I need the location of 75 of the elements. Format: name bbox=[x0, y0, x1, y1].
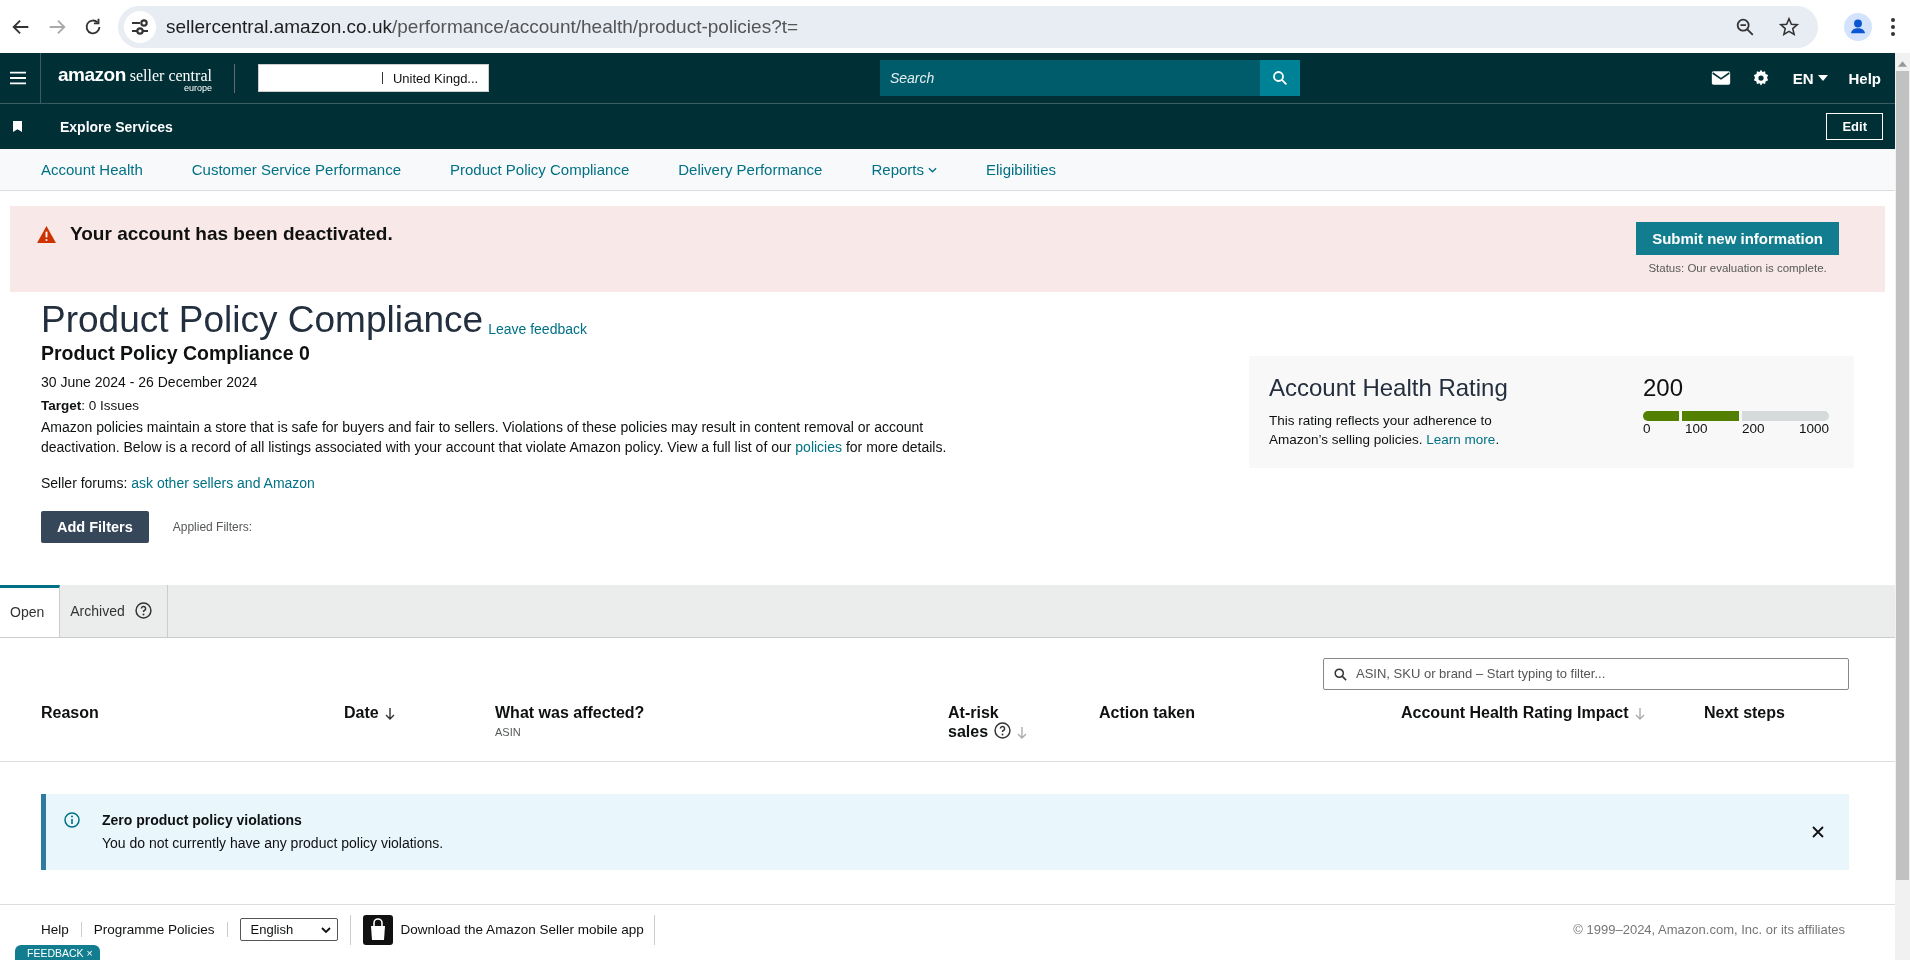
subtitle: Product Policy Compliance 0 bbox=[41, 341, 311, 365]
help-icon[interactable] bbox=[134, 602, 152, 620]
add-filters-button[interactable]: Add Filters bbox=[41, 510, 149, 543]
nav-link[interactable]: Delivery Performance bbox=[678, 161, 823, 178]
status-text: Status: Our evaluation is complete. bbox=[1648, 262, 1827, 274]
column-header[interactable]: Date bbox=[344, 703, 495, 761]
mail-icon[interactable] bbox=[1710, 69, 1731, 87]
submit-button[interactable]: Submit new information bbox=[1636, 222, 1839, 255]
explore-services-link[interactable]: Explore Services bbox=[60, 118, 173, 135]
bookmark-icon[interactable] bbox=[13, 121, 22, 132]
nav-link[interactable]: Product Policy Compliance bbox=[450, 161, 630, 178]
search-field[interactable]: Search bbox=[879, 60, 1260, 96]
feedback-tab[interactable]: FEEDBACK × bbox=[15, 945, 100, 960]
star-icon[interactable] bbox=[1778, 15, 1800, 38]
footer-link[interactable]: Help bbox=[41, 922, 82, 937]
sort-arrow-icon[interactable] bbox=[384, 707, 395, 720]
description-text: Amazon policies maintain a store that is safe for buyers and fair to sellers. Violations of these policies may result in content removal or account deactivation. Below is a record of all listings associated with your account that violate Amazon policy. View a full list of our policies for more details. bbox=[41, 417, 948, 457]
nav-link[interactable]: Customer Service Performance bbox=[191, 161, 401, 178]
site-settings-icon[interactable] bbox=[124, 10, 156, 43]
nav-link[interactable]: Eligibilities bbox=[986, 161, 1056, 178]
column-header[interactable]: What was affected? ASIN bbox=[495, 703, 948, 761]
search-icon bbox=[1270, 69, 1289, 87]
scale-label: 200 bbox=[1741, 421, 1765, 436]
scale-label: 100 bbox=[1684, 421, 1708, 436]
address-bar[interactable]: sellercentral.amazon.co.uk/performance/account/health/product-policies?t= bbox=[118, 5, 1818, 48]
language-dropdown[interactable]: English bbox=[239, 918, 338, 941]
filter-field[interactable]: ASIN, SKU or brand – Start typing to filter... bbox=[1323, 657, 1849, 690]
nav-link[interactable]: Reports bbox=[871, 161, 937, 178]
language-selector[interactable]: EN bbox=[1792, 69, 1829, 87]
footer-link[interactable]: Programme Policies bbox=[93, 922, 228, 937]
applied-filters-label: Applied Filters: bbox=[172, 519, 253, 534]
target-text: Target: 0 Issues bbox=[41, 397, 141, 413]
learn-more-link[interactable]: Learn more bbox=[1426, 432, 1496, 447]
info-text: You do not currently have any product policy violations. bbox=[102, 835, 445, 852]
url-text: sellercentral.amazon.co.uk/performance/account/health/product-policies?t= bbox=[166, 15, 799, 38]
chevron-down-icon bbox=[928, 166, 937, 173]
more-menu-icon[interactable] bbox=[1890, 16, 1896, 37]
warning-icon bbox=[37, 225, 56, 243]
copyright-text: © 1999–2024, Amazon.com, Inc. or its affiliates bbox=[1573, 922, 1845, 937]
info-icon bbox=[64, 811, 80, 828]
store-selector[interactable]: United Kingd... bbox=[257, 64, 490, 92]
column-header[interactable]: Action taken bbox=[1099, 703, 1401, 761]
chevron-down-icon bbox=[320, 926, 331, 933]
caret-icon bbox=[1818, 75, 1829, 81]
page-title: Product Policy Compliance bbox=[41, 300, 484, 341]
scale-label: 0 bbox=[1643, 421, 1651, 436]
shopping-bag-icon[interactable] bbox=[362, 914, 393, 945]
edit-button[interactable]: Edit bbox=[1826, 113, 1883, 140]
column-header[interactable]: Next steps bbox=[1704, 703, 1895, 761]
alert-message: Your account has been deactivated. bbox=[70, 223, 393, 245]
seller-forums-text: Seller forums: ask other sellers and Amazon bbox=[41, 474, 316, 491]
tab[interactable]: Open bbox=[0, 584, 61, 637]
nav-link[interactable]: Account Health bbox=[41, 161, 143, 178]
scrollbar[interactable] bbox=[1895, 53, 1910, 960]
date-range: 30 June 2024 - 26 December 2024 bbox=[41, 373, 259, 390]
info-title: Zero product policy violations bbox=[102, 812, 303, 829]
scale-label: 1000 bbox=[1798, 421, 1829, 436]
leave-feedback-link[interactable]: Leave feedback bbox=[488, 320, 587, 341]
rating-title: Account Health Rating bbox=[1269, 374, 1509, 402]
profile-avatar-icon[interactable] bbox=[1844, 12, 1872, 41]
logo[interactable]: amazon seller central europe bbox=[58, 63, 235, 93]
tab[interactable]: Archived bbox=[60, 584, 168, 637]
help-link[interactable]: Help bbox=[1848, 69, 1881, 87]
column-header[interactable]: Reason bbox=[41, 703, 344, 761]
column-header[interactable]: At-risk sales bbox=[948, 703, 1099, 761]
rating-value: 200 bbox=[1643, 374, 1685, 402]
rating-description: This rating reflects your adherence to Amazon’s selling policies. Learn more. bbox=[1269, 412, 1501, 449]
help-icon[interactable] bbox=[994, 721, 1012, 739]
search-button[interactable] bbox=[1259, 60, 1300, 96]
menu-icon[interactable] bbox=[10, 53, 41, 103]
app-download-link[interactable]: Download the Amazon Seller mobile app bbox=[400, 922, 644, 937]
forums-link[interactable]: ask other sellers and Amazon bbox=[131, 474, 315, 491]
close-icon[interactable] bbox=[1812, 825, 1824, 838]
policies-link[interactable]: policies bbox=[795, 438, 842, 455]
column-header[interactable]: Account Health Rating Impact bbox=[1401, 703, 1704, 761]
